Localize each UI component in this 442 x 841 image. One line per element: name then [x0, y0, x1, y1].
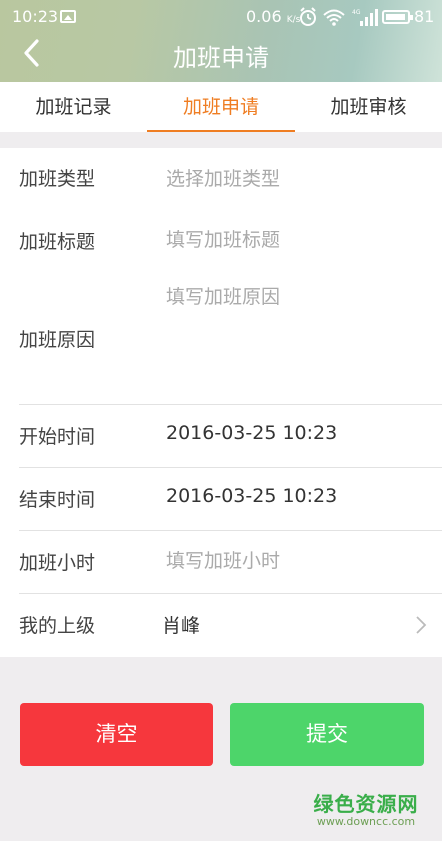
overtime-type-label: 加班类型: [19, 168, 96, 190]
tab-overtime-records[interactable]: 加班记录: [0, 82, 147, 132]
start-time-label: 开始时间: [19, 426, 96, 448]
overtime-title-input[interactable]: [166, 225, 416, 255]
tab-bar: 加班记录 加班申请 加班审核: [0, 82, 442, 133]
row-overtime-hours: 加班小时: [0, 531, 442, 593]
watermark-url: www.downcc.com: [316, 815, 416, 828]
tab-overtime-review[interactable]: 加班审核: [295, 82, 442, 132]
submit-button[interactable]: 提交: [230, 703, 424, 766]
page-title: 加班申请: [173, 44, 269, 72]
my-superior-label: 我的上级: [19, 615, 96, 637]
chevron-right-icon: [416, 616, 427, 634]
status-bar: 10:23 0.06 K/s 4G 81: [0, 0, 442, 34]
alarm-icon: [300, 7, 316, 26]
gallery-icon: [60, 10, 76, 23]
row-start-time[interactable]: 开始时间 2016-03-25 10:23: [0, 405, 442, 467]
overtime-hours-input[interactable]: [166, 546, 416, 576]
row-overtime-reason: 加班原因: [0, 274, 442, 404]
start-time-value[interactable]: 2016-03-25 10:23: [166, 422, 337, 444]
overtime-reason-input[interactable]: [166, 282, 416, 392]
wifi-icon: [323, 9, 345, 26]
signal-tag: 4G: [352, 9, 361, 16]
end-time-label: 结束时间: [19, 489, 96, 511]
network-speed-value: 0.06: [246, 7, 282, 26]
row-overtime-title: 加班标题: [0, 210, 442, 272]
network-speed: 0.06 K/s: [246, 7, 300, 26]
tab-overtime-apply[interactable]: 加班申请: [147, 82, 295, 132]
overtime-reason-label: 加班原因: [19, 329, 96, 351]
watermark-main-text: 绿色资源网: [313, 792, 419, 816]
clear-button[interactable]: 清空: [20, 703, 213, 766]
overtime-hours-label: 加班小时: [19, 552, 96, 574]
watermark-logo: 绿色资源网 www.downcc.com: [306, 788, 426, 828]
overtime-form: 加班类型 选择加班类型 加班标题 加班原因 开始时间 2016-03-25 10…: [0, 148, 442, 657]
status-time: 10:23: [12, 7, 59, 26]
header-banner: 10:23 0.06 K/s 4G 81 加班申请: [0, 0, 442, 82]
battery-level: 81: [414, 7, 435, 26]
battery-icon: [382, 10, 413, 24]
row-end-time[interactable]: 结束时间 2016-03-25 10:23: [0, 468, 442, 530]
section-gap: [0, 132, 442, 148]
overtime-type-select[interactable]: 选择加班类型: [166, 164, 416, 191]
row-overtime-type[interactable]: 加班类型 选择加班类型: [0, 148, 442, 208]
signal-icon: 4G: [352, 9, 378, 26]
my-superior-value[interactable]: 肖峰: [162, 611, 200, 638]
overtime-title-label: 加班标题: [19, 231, 96, 253]
status-icons: 4G: [300, 7, 378, 26]
row-my-superior[interactable]: 我的上级 肖峰: [0, 594, 442, 657]
end-time-value[interactable]: 2016-03-25 10:23: [166, 485, 337, 507]
